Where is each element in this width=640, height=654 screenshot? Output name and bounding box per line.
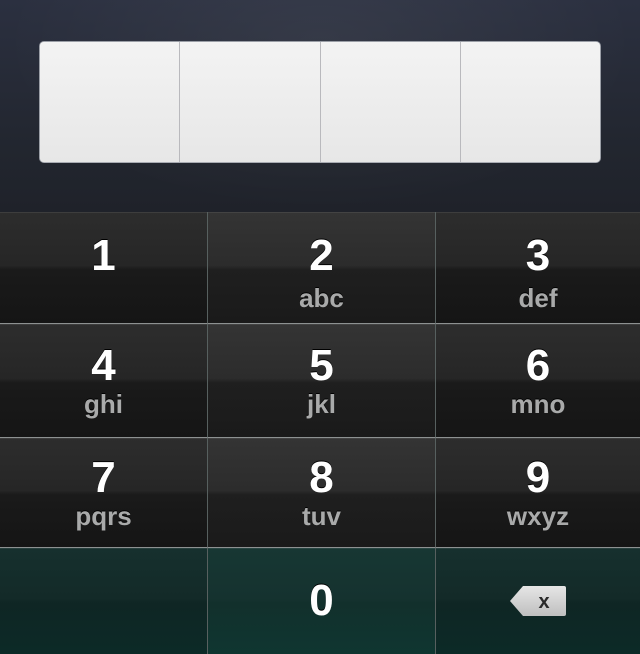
key-digit: 7 [91, 452, 116, 502]
passcode-field [40, 42, 600, 162]
passcode-digit-box-4 [460, 42, 600, 162]
passcode-entry-area [0, 0, 640, 213]
numeric-keypad: 1 2 abc 3 def 4 ghi 5 jkl 6 mno 7 pqrs 8 [0, 212, 640, 654]
key-letters: def [518, 283, 558, 313]
key-digit: 9 [525, 452, 551, 502]
key-digit: 3 [525, 231, 551, 280]
key-digit: 4 [91, 340, 116, 390]
delete-icon-glyph: x [538, 591, 549, 613]
passcode-digit-box-1 [40, 42, 181, 162]
key-letters: tuv [302, 500, 341, 531]
key-digit: 5 [309, 340, 334, 390]
key-letters: pqrs [75, 500, 132, 531]
key-4[interactable]: 4 ghi [0, 324, 208, 438]
key-letters: ghi [84, 388, 123, 419]
key-digit: 1 [91, 231, 116, 280]
key-letters: mno [510, 388, 566, 419]
key-5[interactable]: 5 jkl [208, 324, 436, 438]
key-1[interactable]: 1 [0, 212, 208, 324]
delete-button[interactable]: x [436, 548, 640, 654]
key-digit: 0 [309, 576, 334, 625]
key-digit: 2 [309, 231, 334, 280]
key-3[interactable]: 3 def [436, 212, 640, 324]
passcode-digit-box-3 [320, 42, 461, 162]
key-9[interactable]: 9 wxyz [436, 438, 640, 548]
key-7[interactable]: 7 pqrs [0, 438, 208, 548]
key-letters: jkl [307, 388, 336, 419]
key-2[interactable]: 2 abc [208, 212, 436, 324]
delete-backspace-icon: x [509, 585, 567, 617]
key-digit: 6 [525, 340, 551, 390]
key-letters: wxyz [506, 500, 570, 531]
key-blank [0, 548, 208, 654]
key-letters: abc [299, 283, 344, 313]
key-8[interactable]: 8 tuv [208, 438, 436, 548]
key-0[interactable]: 0 [208, 548, 436, 654]
key-digit: 8 [309, 452, 334, 502]
key-6[interactable]: 6 mno [436, 324, 640, 438]
passcode-digit-box-2 [180, 42, 321, 162]
passcode-lock-screen: 1 2 abc 3 def 4 ghi 5 jkl 6 mno 7 pqrs 8 [0, 0, 640, 654]
